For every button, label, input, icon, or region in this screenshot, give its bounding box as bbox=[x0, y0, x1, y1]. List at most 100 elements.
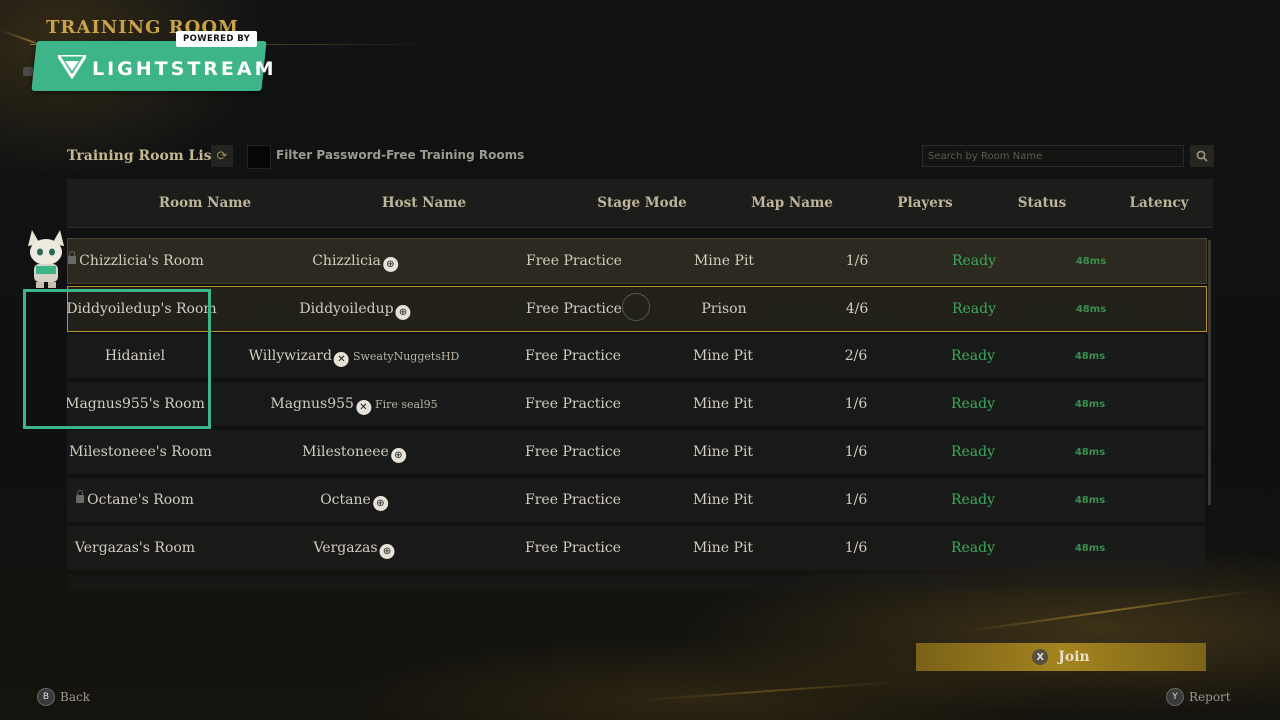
players-count-text: 2/6 bbox=[844, 348, 868, 364]
globe-icon: ⊕ bbox=[382, 257, 398, 272]
column-header[interactable]: Stage Mode bbox=[597, 195, 686, 211]
search-button[interactable] bbox=[1190, 145, 1214, 167]
table-row[interactable]: Octane's Room Octane ⊕ Free Practice Mine Pi… bbox=[67, 478, 1205, 522]
lightstream-logo-icon bbox=[58, 55, 86, 79]
host-name-cell: Octane ⊕ bbox=[320, 492, 388, 511]
room-name: Milestoneee's Room bbox=[69, 444, 212, 460]
back-button[interactable]: B Back bbox=[37, 688, 90, 706]
map-name: Prison bbox=[701, 301, 746, 317]
map-name: Mine Pit bbox=[693, 348, 753, 364]
host-name-cell: Milestoneee ⊕ bbox=[302, 444, 406, 463]
players-count-text: 1/6 bbox=[844, 444, 868, 460]
stage-mode-text: Free Practice bbox=[526, 301, 622, 317]
room-name-cell: Milestoneee's Room bbox=[67, 444, 212, 460]
players-count: 1/6 bbox=[845, 396, 868, 412]
column-header[interactable]: Room Name bbox=[159, 195, 251, 211]
host-name: Magnus955 bbox=[270, 396, 354, 412]
table-row[interactable]: Milestoneee's Room Milestoneee ⊕ Free Pract… bbox=[67, 430, 1205, 474]
join-button[interactable]: X Join bbox=[916, 643, 1206, 671]
players-count-text: 1/6 bbox=[844, 540, 868, 556]
stage-mode-text: Free Practice bbox=[525, 540, 621, 556]
map-name-text: Mine Pit bbox=[692, 540, 754, 556]
stage-mode: Free Practice bbox=[525, 444, 621, 460]
map-name: Mine Pit bbox=[693, 492, 753, 508]
stage-mode: Free Practice bbox=[526, 253, 622, 269]
globe-icon: ⊕ bbox=[390, 448, 406, 463]
xbox-icon: ✕ bbox=[333, 352, 349, 367]
room-list: Chizzlicia's Room Chizzlicia ⊕ Free Practic… bbox=[67, 236, 1207, 590]
table-row[interactable]: Vergazas's Room Vergazas ⊕ Free Practice Min… bbox=[67, 526, 1205, 570]
host-name-cell: Chizzlicia ⊕ bbox=[312, 253, 398, 272]
room-name-cell: Chizzlicia's Room bbox=[68, 251, 204, 269]
report-label: Report bbox=[1189, 690, 1231, 704]
map-name-text: Mine Pit bbox=[692, 348, 754, 364]
latency-value: 48ms bbox=[1075, 495, 1105, 506]
latency-value: 48ms bbox=[1076, 256, 1106, 267]
cursor-indicator bbox=[622, 293, 650, 321]
globe-icon: ⊕ bbox=[372, 496, 388, 511]
globe-icon: ⊕ bbox=[379, 544, 395, 559]
filter-checkbox[interactable] bbox=[247, 145, 271, 169]
map-name-text: Mine Pit bbox=[692, 396, 754, 412]
room-name-cell: Octane's Room bbox=[76, 490, 194, 508]
back-label: Back bbox=[60, 690, 90, 704]
menu-indicator bbox=[23, 67, 33, 76]
latency-value: 48ms bbox=[1075, 447, 1105, 458]
stage-mode-text: Free Practice bbox=[526, 253, 622, 269]
players-count: 4/6 bbox=[846, 301, 869, 317]
map-name: Mine Pit bbox=[693, 540, 753, 556]
search-input[interactable]: Search by Room Name bbox=[922, 145, 1184, 167]
xbox-icon: ✕ bbox=[355, 400, 371, 415]
table-row[interactable] bbox=[67, 574, 1205, 590]
status-badge: Ready bbox=[951, 348, 995, 364]
latency-value-text: 48ms bbox=[1075, 256, 1107, 267]
stage-mode-text: Free Practice bbox=[525, 444, 621, 460]
list-title: Training Room List bbox=[67, 148, 219, 164]
host-name: Octane bbox=[320, 492, 371, 508]
latency-value-text: 48ms bbox=[1075, 304, 1107, 315]
status-badge: Ready bbox=[952, 253, 996, 269]
list-scrollbar[interactable] bbox=[1208, 240, 1211, 505]
host-name: Willywizard bbox=[248, 348, 332, 364]
column-header[interactable]: Status bbox=[1018, 195, 1066, 211]
column-header[interactable]: Map Name bbox=[751, 195, 833, 211]
x-button-icon: X bbox=[1032, 649, 1049, 665]
refresh-button[interactable]: ⟳ bbox=[211, 145, 233, 167]
latency-value-text: 48ms bbox=[1074, 495, 1106, 506]
column-header[interactable]: Latency bbox=[1130, 195, 1189, 211]
map-name-text: Mine Pit bbox=[693, 253, 755, 269]
map-name-text: Mine Pit bbox=[692, 444, 754, 460]
host-name-cell: Willywizard ✕ SweatyNuggetsHD bbox=[248, 348, 460, 367]
players-count: 1/6 bbox=[846, 253, 869, 269]
search-icon bbox=[1196, 150, 1208, 162]
report-button[interactable]: Y Report bbox=[1166, 688, 1231, 706]
globe-icon: ⊕ bbox=[395, 305, 411, 320]
webcam-frame bbox=[23, 289, 211, 429]
table-row[interactable]: Hidaniel Willywizard ✕ SweatyNuggetsHD Free … bbox=[67, 334, 1205, 378]
column-header[interactable]: Host Name bbox=[382, 195, 466, 211]
table-header: Room Name Host Name Stage Mode Map Name … bbox=[67, 179, 1213, 228]
gamertag: SweatyNuggetsHD bbox=[352, 350, 460, 363]
latency-value-text: 48ms bbox=[1074, 543, 1106, 554]
status-badge-text: Ready bbox=[950, 444, 996, 460]
players-count: 2/6 bbox=[845, 348, 868, 364]
host-name-cell: Magnus955 ✕ Fire seal95 bbox=[270, 396, 438, 415]
column-header[interactable]: Players bbox=[897, 195, 952, 211]
room-name-cell: Vergazas's Room bbox=[75, 540, 195, 556]
map-name: Mine Pit bbox=[694, 253, 754, 269]
players-count: 1/6 bbox=[845, 540, 868, 556]
table-row[interactable]: Chizzlicia's Room Chizzlicia ⊕ Free Practic… bbox=[67, 238, 1207, 284]
stage-mode-text: Free Practice bbox=[525, 492, 621, 508]
latency-value-text: 48ms bbox=[1074, 399, 1106, 410]
stage-mode: Free Practice bbox=[525, 396, 621, 412]
host-name: Vergazas bbox=[313, 540, 378, 556]
host-name: Diddyoiledup bbox=[299, 301, 394, 317]
latency-value: 48ms bbox=[1075, 351, 1105, 362]
players-count-text: 1/6 bbox=[844, 492, 868, 508]
room-name: Vergazas's Room bbox=[74, 540, 196, 556]
host-name-cell: Vergazas ⊕ bbox=[313, 540, 395, 559]
status-badge-text: Ready bbox=[951, 301, 997, 317]
stage-mode: Free Practice bbox=[525, 348, 621, 364]
table-row[interactable]: Magnus955's Room Magnus955 ✕ Fire seal95 Fre… bbox=[67, 382, 1205, 426]
status-badge-text: Ready bbox=[950, 540, 996, 556]
